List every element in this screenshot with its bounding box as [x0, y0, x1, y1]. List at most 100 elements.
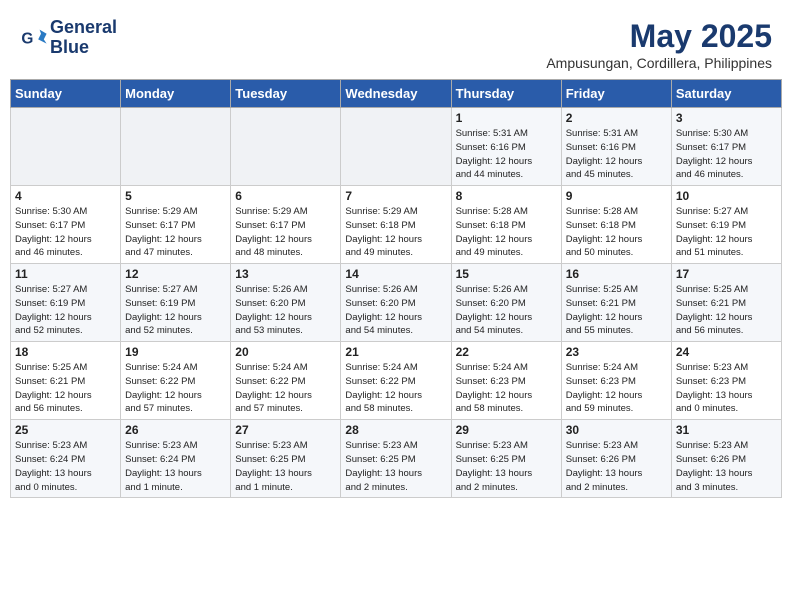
day-number: 11 — [15, 267, 116, 281]
calendar-cell: 6 Sunrise: 5:29 AMSunset: 6:17 PMDaylight… — [231, 186, 341, 264]
calendar-week-row: 1 Sunrise: 5:31 AMSunset: 6:16 PMDaylight… — [11, 108, 782, 186]
calendar-cell: 15 Sunrise: 5:26 AMSunset: 6:20 PMDayligh… — [451, 264, 561, 342]
day-info: Sunrise: 5:30 AMSunset: 6:17 PMDaylight:… — [15, 205, 116, 260]
day-info: Sunrise: 5:23 AMSunset: 6:25 PMDaylight:… — [235, 439, 336, 494]
day-number: 31 — [676, 423, 777, 437]
day-info: Sunrise: 5:27 AMSunset: 6:19 PMDaylight:… — [125, 283, 226, 338]
calendar-cell: 16 Sunrise: 5:25 AMSunset: 6:21 PMDayligh… — [561, 264, 671, 342]
calendar-cell: 25Sunrise: 5:23 AMSunset: 6:24 PMDayligh… — [11, 420, 121, 498]
calendar-cell: 4 Sunrise: 5:30 AMSunset: 6:17 PMDaylight… — [11, 186, 121, 264]
weekday-header-wednesday: Wednesday — [341, 80, 451, 108]
day-info: Sunrise: 5:23 AMSunset: 6:24 PMDaylight:… — [15, 439, 116, 494]
calendar-week-row: 25Sunrise: 5:23 AMSunset: 6:24 PMDayligh… — [11, 420, 782, 498]
calendar-week-row: 4 Sunrise: 5:30 AMSunset: 6:17 PMDaylight… — [11, 186, 782, 264]
day-number: 26 — [125, 423, 226, 437]
day-number: 7 — [345, 189, 446, 203]
day-info: Sunrise: 5:27 AMSunset: 6:19 PMDaylight:… — [15, 283, 116, 338]
day-info: Sunrise: 5:24 AMSunset: 6:22 PMDaylight:… — [125, 361, 226, 416]
day-number: 5 — [125, 189, 226, 203]
weekday-header-row: SundayMondayTuesdayWednesdayThursdayFrid… — [11, 80, 782, 108]
calendar-cell: 20Sunrise: 5:24 AMSunset: 6:22 PMDayligh… — [231, 342, 341, 420]
day-number: 28 — [345, 423, 446, 437]
calendar-cell: 5 Sunrise: 5:29 AMSunset: 6:17 PMDaylight… — [121, 186, 231, 264]
day-number: 10 — [676, 189, 777, 203]
calendar-week-row: 11 Sunrise: 5:27 AMSunset: 6:19 PMDayligh… — [11, 264, 782, 342]
title-block: May 2025 Ampusungan, Cordillera, Philipp… — [546, 18, 772, 71]
calendar-cell: 3 Sunrise: 5:30 AMSunset: 6:17 PMDaylight… — [671, 108, 781, 186]
day-number: 8 — [456, 189, 557, 203]
day-number: 16 — [566, 267, 667, 281]
day-info: Sunrise: 5:26 AMSunset: 6:20 PMDaylight:… — [345, 283, 446, 338]
day-info: Sunrise: 5:25 AMSunset: 6:21 PMDaylight:… — [566, 283, 667, 338]
calendar-cell: 10 Sunrise: 5:27 AMSunset: 6:19 PMDayligh… — [671, 186, 781, 264]
calendar-cell: 31Sunrise: 5:23 AMSunset: 6:26 PMDayligh… — [671, 420, 781, 498]
day-number: 20 — [235, 345, 336, 359]
weekday-header-tuesday: Tuesday — [231, 80, 341, 108]
page-header: G General Blue May 2025 Ampusungan, Cord… — [10, 10, 782, 75]
day-info: Sunrise: 5:23 AMSunset: 6:24 PMDaylight:… — [125, 439, 226, 494]
calendar-cell: 28Sunrise: 5:23 AMSunset: 6:25 PMDayligh… — [341, 420, 451, 498]
day-number: 19 — [125, 345, 226, 359]
logo-text-line2: Blue — [50, 38, 117, 58]
day-info: Sunrise: 5:23 AMSunset: 6:23 PMDaylight:… — [676, 361, 777, 416]
calendar-cell: 9 Sunrise: 5:28 AMSunset: 6:18 PMDaylight… — [561, 186, 671, 264]
day-info: Sunrise: 5:31 AMSunset: 6:16 PMDaylight:… — [566, 127, 667, 182]
calendar-table: SundayMondayTuesdayWednesdayThursdayFrid… — [10, 79, 782, 498]
day-number: 4 — [15, 189, 116, 203]
calendar-cell — [11, 108, 121, 186]
day-number: 6 — [235, 189, 336, 203]
svg-text:G: G — [21, 30, 33, 47]
calendar-cell: 12 Sunrise: 5:27 AMSunset: 6:19 PMDayligh… — [121, 264, 231, 342]
day-number: 2 — [566, 111, 667, 125]
calendar-cell: 24 Sunrise: 5:23 AMSunset: 6:23 PMDayligh… — [671, 342, 781, 420]
day-info: Sunrise: 5:30 AMSunset: 6:17 PMDaylight:… — [676, 127, 777, 182]
day-info: Sunrise: 5:29 AMSunset: 6:17 PMDaylight:… — [125, 205, 226, 260]
day-number: 21 — [345, 345, 446, 359]
day-info: Sunrise: 5:23 AMSunset: 6:25 PMDaylight:… — [456, 439, 557, 494]
day-number: 17 — [676, 267, 777, 281]
calendar-cell: 18Sunrise: 5:25 AMSunset: 6:21 PMDayligh… — [11, 342, 121, 420]
day-number: 30 — [566, 423, 667, 437]
calendar-cell: 21Sunrise: 5:24 AMSunset: 6:22 PMDayligh… — [341, 342, 451, 420]
logo-icon: G — [20, 24, 48, 52]
calendar-cell: 30 Sunrise: 5:23 AMSunset: 6:26 PMDayligh… — [561, 420, 671, 498]
day-number: 12 — [125, 267, 226, 281]
day-number: 13 — [235, 267, 336, 281]
calendar-cell: 11 Sunrise: 5:27 AMSunset: 6:19 PMDayligh… — [11, 264, 121, 342]
weekday-header-sunday: Sunday — [11, 80, 121, 108]
day-info: Sunrise: 5:25 AMSunset: 6:21 PMDaylight:… — [15, 361, 116, 416]
day-info: Sunrise: 5:26 AMSunset: 6:20 PMDaylight:… — [456, 283, 557, 338]
calendar-cell: 8 Sunrise: 5:28 AMSunset: 6:18 PMDaylight… — [451, 186, 561, 264]
calendar-cell: 22 Sunrise: 5:24 AMSunset: 6:23 PMDayligh… — [451, 342, 561, 420]
calendar-cell: 26 Sunrise: 5:23 AMSunset: 6:24 PMDayligh… — [121, 420, 231, 498]
day-info: Sunrise: 5:25 AMSunset: 6:21 PMDaylight:… — [676, 283, 777, 338]
calendar-cell: 17 Sunrise: 5:25 AMSunset: 6:21 PMDayligh… — [671, 264, 781, 342]
logo: G General Blue — [20, 18, 117, 58]
day-number: 23 — [566, 345, 667, 359]
calendar-cell: 7 Sunrise: 5:29 AMSunset: 6:18 PMDaylight… — [341, 186, 451, 264]
day-info: Sunrise: 5:29 AMSunset: 6:17 PMDaylight:… — [235, 205, 336, 260]
calendar-cell: 1Sunrise: 5:31 AMSunset: 6:16 PMDaylight… — [451, 108, 561, 186]
calendar-cell — [231, 108, 341, 186]
calendar-cell: 14 Sunrise: 5:26 AMSunset: 6:20 PMDayligh… — [341, 264, 451, 342]
day-number: 1 — [456, 111, 557, 125]
day-info: Sunrise: 5:28 AMSunset: 6:18 PMDaylight:… — [566, 205, 667, 260]
day-info: Sunrise: 5:23 AMSunset: 6:26 PMDaylight:… — [566, 439, 667, 494]
day-number: 27 — [235, 423, 336, 437]
calendar-cell: 23 Sunrise: 5:24 AMSunset: 6:23 PMDayligh… — [561, 342, 671, 420]
day-number: 15 — [456, 267, 557, 281]
day-number: 22 — [456, 345, 557, 359]
calendar-cell: 13 Sunrise: 5:26 AMSunset: 6:20 PMDayligh… — [231, 264, 341, 342]
day-number: 24 — [676, 345, 777, 359]
day-number: 3 — [676, 111, 777, 125]
day-info: Sunrise: 5:24 AMSunset: 6:23 PMDaylight:… — [456, 361, 557, 416]
day-number: 14 — [345, 267, 446, 281]
day-info: Sunrise: 5:24 AMSunset: 6:23 PMDaylight:… — [566, 361, 667, 416]
day-info: Sunrise: 5:27 AMSunset: 6:19 PMDaylight:… — [676, 205, 777, 260]
day-info: Sunrise: 5:26 AMSunset: 6:20 PMDaylight:… — [235, 283, 336, 338]
day-info: Sunrise: 5:28 AMSunset: 6:18 PMDaylight:… — [456, 205, 557, 260]
day-info: Sunrise: 5:29 AMSunset: 6:18 PMDaylight:… — [345, 205, 446, 260]
day-number: 9 — [566, 189, 667, 203]
location-title: Ampusungan, Cordillera, Philippines — [546, 55, 772, 71]
calendar-cell: 2 Sunrise: 5:31 AMSunset: 6:16 PMDaylight… — [561, 108, 671, 186]
